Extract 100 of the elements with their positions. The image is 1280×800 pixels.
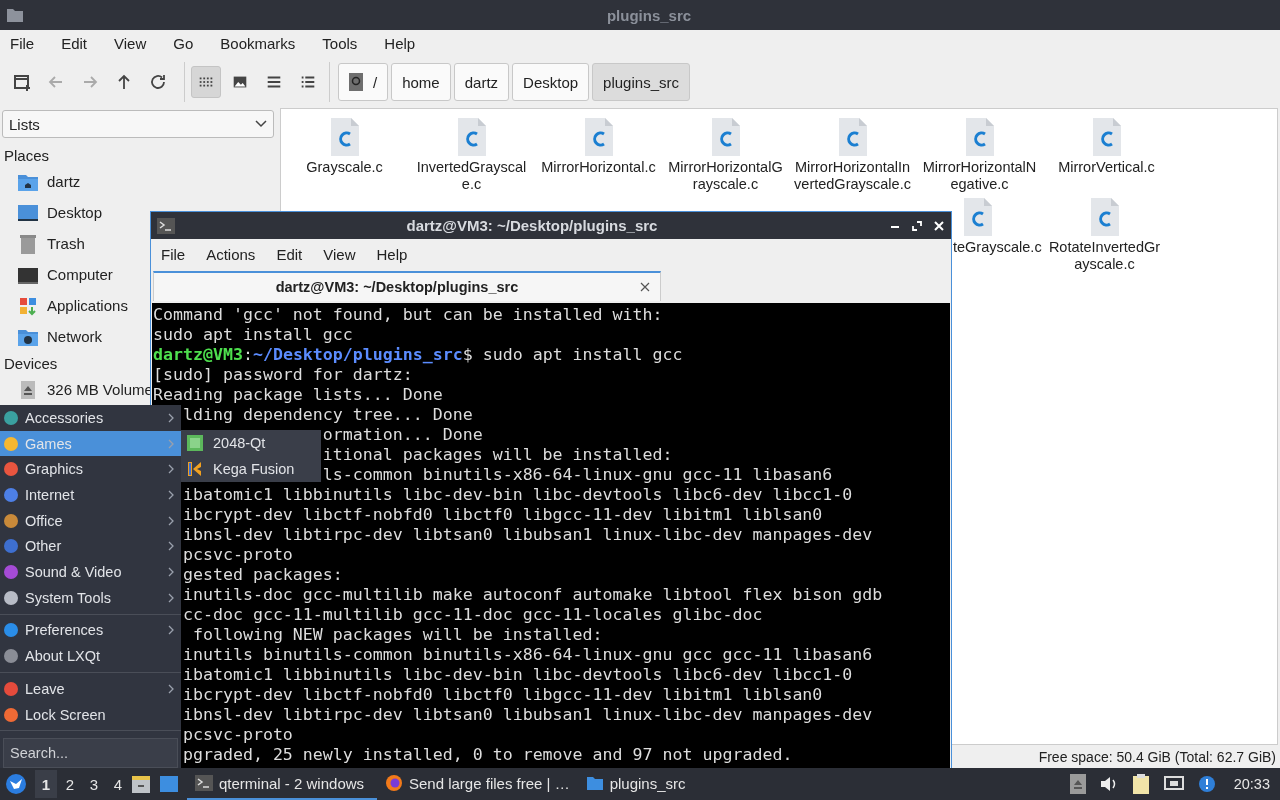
category-icon	[3, 680, 19, 697]
menu-item[interactable]: Graphics	[0, 456, 181, 483]
volume-icon[interactable]	[1099, 776, 1118, 792]
sidebar-item[interactable]: Desktop	[2, 197, 103, 228]
menu-item[interactable]: Other	[0, 533, 181, 560]
output-line: [sudo] password for dartz:	[153, 365, 413, 384]
chevron-icon	[168, 412, 175, 423]
category-icon	[3, 622, 19, 639]
menu-item[interactable]: Kega Fusion	[181, 456, 321, 482]
sidebar-item[interactable]: Applications	[2, 290, 128, 321]
menu-item[interactable]: View	[323, 245, 356, 263]
path-button[interactable]: /	[338, 63, 389, 101]
item-label: Applications	[47, 297, 128, 314]
lists-dropdown[interactable]: Lists	[2, 110, 274, 138]
search-field[interactable]: Search...	[3, 738, 178, 769]
window-title: dartz@VM3: ~/Desktop/plugins_src	[405, 217, 659, 234]
item-label: dartz	[47, 173, 81, 190]
category-icon	[3, 461, 19, 478]
source-file[interactable]: MirrorHorizontal.c	[535, 117, 662, 193]
close-icon[interactable]	[640, 282, 650, 292]
section-heading: Devices	[3, 353, 58, 374]
output-line: ibnsl-dev libtirpc-dev libtsan0 libubsan1 linux-libc-dev manpages-dev	[182, 705, 873, 724]
task-button[interactable]: qterminal - 2 windows	[187, 768, 377, 800]
menu-item[interactable]: Lock Screen	[0, 701, 181, 728]
sidebar-item[interactable]: Network	[2, 321, 102, 352]
output-line: ibcrypt-dev libctf-nobfd0 libctf0 libgcc-11-dev libitm1 liblsan0	[182, 685, 823, 704]
game-logo-icon	[187, 461, 203, 477]
clipboard-icon[interactable]	[1131, 774, 1150, 794]
category-icon	[3, 435, 19, 452]
menu-item[interactable]: Bookmarks	[220, 34, 296, 52]
output-line: Command 'gcc' not found, but can be installed with:	[153, 305, 663, 324]
new-window-icon[interactable]	[12, 72, 32, 92]
folder-icon[interactable]	[159, 775, 179, 793]
menu-item[interactable]: Sound & Video	[0, 559, 181, 585]
output-line: Reading package lists... Done	[153, 385, 443, 404]
file-cabinet-icon[interactable]	[131, 774, 151, 794]
menu-item[interactable]: 2048-Qt	[181, 430, 321, 456]
sidebar-item[interactable]: Computer	[2, 259, 113, 290]
section-heading: Places	[3, 145, 50, 166]
output-line: cc-doc gcc-11-multilib gcc-11-doc gcc-11-locales glibc-doc	[182, 605, 763, 624]
category-icon	[3, 538, 19, 555]
terminal-tab[interactable]: dartz@VM3: ~/Desktop/plugins_src	[153, 271, 661, 301]
workspace-button[interactable]: 4	[107, 770, 129, 798]
menu-item[interactable]: System Tools	[0, 584, 181, 611]
workspace-button[interactable]: 1	[35, 770, 57, 798]
menu-item[interactable]: Leave	[0, 676, 181, 702]
workspace-button[interactable]: 2	[59, 770, 81, 798]
free-space-status: Free space: 50.4 GiB (Total: 62.7 GiB)	[1038, 748, 1276, 765]
menu-item[interactable]: View	[114, 34, 147, 52]
menu-item[interactable]: Edit	[61, 34, 88, 52]
category-icon	[3, 648, 19, 665]
browser-icon	[385, 774, 403, 792]
menu-item[interactable]: Tools	[322, 34, 358, 52]
category-icon	[3, 512, 19, 529]
category-icon	[3, 486, 19, 503]
path-button[interactable]: Desktop	[512, 63, 590, 101]
chevron-icon	[168, 489, 175, 500]
notification-icon[interactable]	[1197, 775, 1216, 793]
task-button[interactable]: Send large files free | …	[377, 768, 578, 800]
menu-item[interactable]: Accessories	[0, 405, 181, 431]
eject-icon[interactable]	[1069, 774, 1086, 794]
task-button[interactable]: plugins_src	[577, 768, 694, 800]
source-file[interactable]: Grayscale.c	[281, 117, 408, 193]
c-source-file-icon	[328, 117, 361, 157]
menu-item[interactable]: File	[10, 34, 35, 52]
source-file[interactable]: MirrorHorizontalGrayscale.c	[662, 117, 789, 193]
menu-item[interactable]: Office	[0, 507, 181, 534]
menu-item[interactable]: Actions	[206, 245, 256, 263]
source-file[interactable]: MirrorVertical.c	[1043, 117, 1170, 193]
sidebar-item[interactable]: Trash	[2, 228, 85, 259]
source-file[interactable]: InvertedGrayscale.c	[408, 117, 535, 193]
menu-item[interactable]: Internet	[0, 482, 181, 508]
menu-item[interactable]: Edit	[276, 245, 303, 263]
prompt-line: dartz@VM3:~/Desktop/plugins_src$ sudo apt install gcc	[153, 345, 683, 364]
reload-icon[interactable]	[148, 72, 168, 92]
workspace-button[interactable]: 3	[83, 770, 105, 798]
path-button[interactable]: plugins_src	[592, 63, 690, 101]
category-icon	[3, 706, 19, 723]
path-button[interactable]: dartz	[453, 63, 510, 101]
output-line: inutils-doc gcc-multilib make autoconf automake libtool flex bison gdb	[182, 585, 883, 604]
menu-item[interactable]: File	[161, 245, 186, 263]
sidebar-item[interactable]: dartz	[2, 166, 81, 197]
menu-item[interactable]: About LXQt	[0, 643, 181, 669]
output-line: itional packages will be installed:	[322, 445, 673, 464]
output-line: pcsvc-proto	[182, 545, 293, 564]
network-icon[interactable]	[1163, 775, 1184, 793]
maximize-icon[interactable]	[911, 219, 923, 232]
menu-item[interactable]: Preferences	[0, 617, 181, 644]
bird-logo-icon[interactable]	[5, 773, 27, 795]
source-file[interactable]: RotateInvertedGrayscale.c	[1041, 197, 1168, 273]
output-line: ibnsl-dev libtirpc-dev libtsan0 libubsan1 linux-libc-dev manpages-dev	[182, 525, 873, 544]
chevron-icon	[168, 592, 175, 603]
menu-item[interactable]: Go	[173, 34, 194, 52]
output-line: ibcrypt-dev libctf-nobfd0 libctf0 libgcc-11-dev libitm1 liblsan0	[182, 505, 823, 524]
source-file[interactable]: teGrayscale.c	[953, 197, 1041, 273]
path-button[interactable]: home	[391, 63, 451, 101]
menu-item[interactable]: Help	[376, 245, 408, 263]
menu-item[interactable]: Help	[384, 34, 416, 52]
source-file[interactable]: MirrorHorizontalNegative.c	[916, 117, 1043, 193]
source-file[interactable]: MirrorHorizontalInvertedGrayscale.c	[789, 117, 916, 193]
